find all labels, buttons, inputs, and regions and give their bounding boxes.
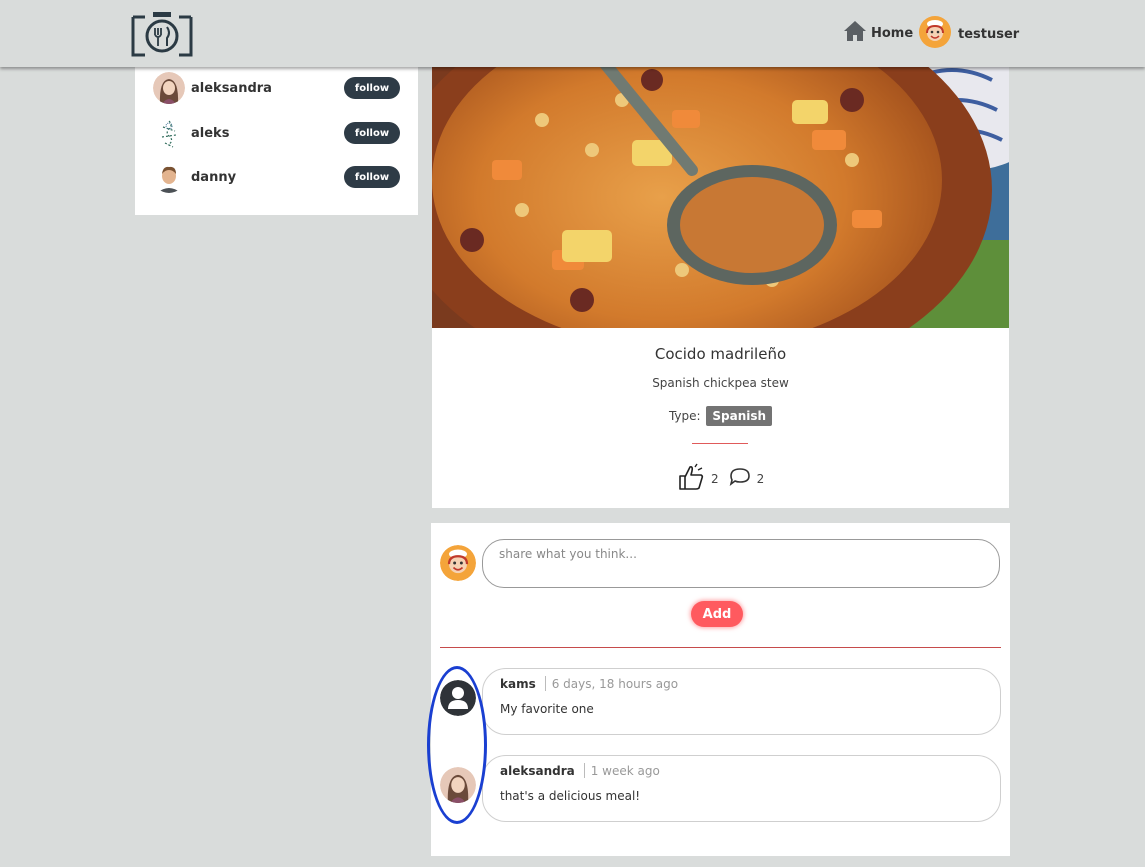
divider <box>440 647 1001 648</box>
type-label: Type: <box>668 409 701 423</box>
comment-author[interactable]: aleksandra <box>500 764 575 778</box>
avatar[interactable] <box>153 161 185 193</box>
comment-text: My favorite one <box>500 702 594 716</box>
suggestion-item: danny follow <box>153 161 400 193</box>
comment-item: kams 6 days, 18 hours ago My favorite on… <box>482 668 1001 735</box>
comment-input[interactable] <box>482 539 1000 588</box>
recipe-description: Spanish chickpea stew <box>652 376 789 390</box>
recipe-title: Cocido madrileño <box>654 345 787 363</box>
avatar[interactable] <box>153 117 185 149</box>
avatar[interactable] <box>153 72 185 104</box>
comment-avatar[interactable] <box>440 767 476 803</box>
comment-text: that's a delicious meal! <box>500 789 641 803</box>
separator <box>544 676 546 691</box>
comment-author[interactable]: kams <box>500 677 536 691</box>
app-logo-icon[interactable] <box>131 11 193 57</box>
recipe-stats: 2 2 <box>677 463 774 494</box>
comment-timestamp: 6 days, 18 hours ago <box>551 676 679 691</box>
cuisine-tag[interactable]: Spanish <box>706 406 773 426</box>
add-comment-button[interactable]: Add <box>691 601 743 627</box>
home-icon <box>843 20 867 46</box>
suggestion-name[interactable]: aleksandra <box>191 81 344 96</box>
comment-icon[interactable] <box>729 467 751 490</box>
comments-section: Add kams 6 days, 18 hours ago My favorit… <box>431 523 1010 856</box>
comments-count: 2 <box>756 471 765 486</box>
user-profile-link[interactable]: testuser <box>919 16 1019 52</box>
suggestion-item: aleks follow <box>153 117 400 149</box>
like-icon[interactable] <box>677 463 705 494</box>
comment-item: aleksandra 1 week ago that's a delicious… <box>482 755 1001 822</box>
likes-count: 2 <box>711 471 719 486</box>
user-avatar <box>919 16 951 52</box>
current-user-avatar <box>440 545 476 581</box>
suggestion-name[interactable]: danny <box>191 170 344 185</box>
home-nav-link[interactable]: Home <box>843 20 913 46</box>
comment-timestamp: 1 week ago <box>590 763 660 778</box>
recipe-type-row: Type: Spanish <box>432 406 1009 426</box>
recipe-photo <box>432 40 1009 328</box>
suggestion-name[interactable]: aleks <box>191 126 344 141</box>
follow-button[interactable]: follow <box>344 77 400 99</box>
recipe-card: Cocido madrileño Spanish chickpea stew T… <box>432 40 1009 508</box>
top-navbar: Home testuser <box>0 0 1145 67</box>
comment-avatar[interactable] <box>440 680 476 716</box>
suggestion-item: aleksandra follow <box>153 72 400 104</box>
username-label: testuser <box>958 26 1020 42</box>
divider <box>692 443 748 444</box>
follow-button[interactable]: follow <box>344 166 400 188</box>
home-label: Home <box>871 25 914 41</box>
follow-button[interactable]: follow <box>344 122 400 144</box>
separator <box>583 763 585 778</box>
